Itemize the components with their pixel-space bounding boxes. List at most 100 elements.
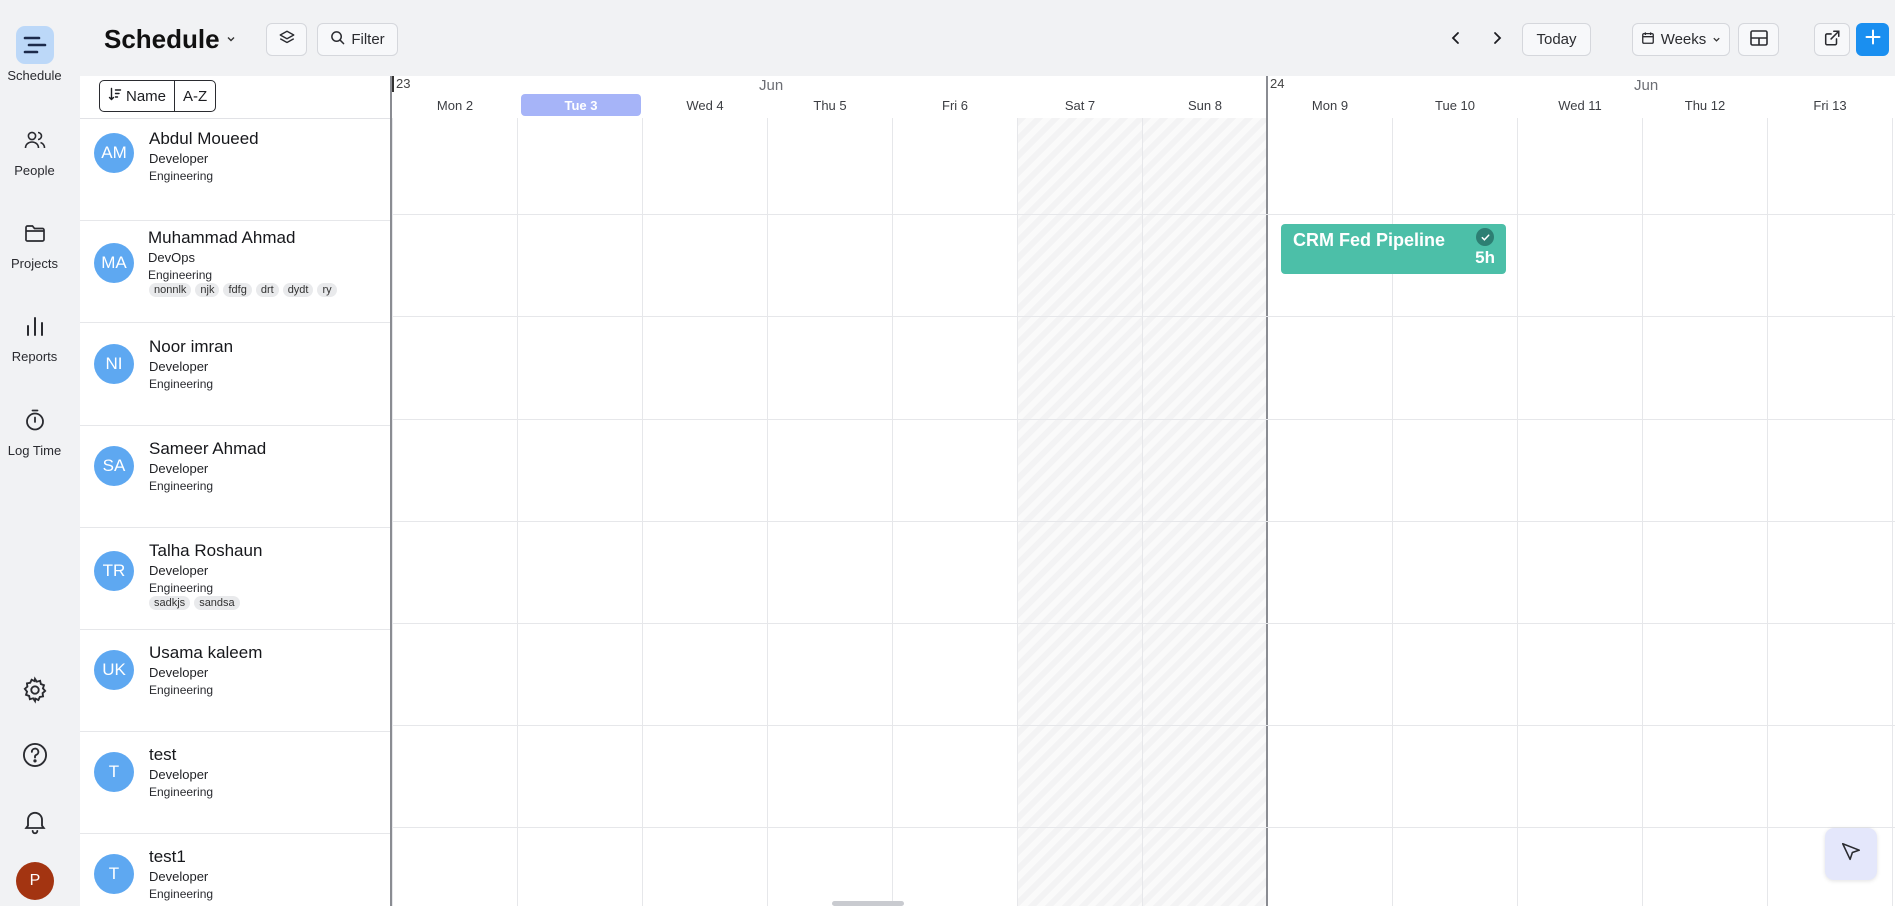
nav-label-people: People [14,163,55,178]
person-department: Engineering [149,785,214,799]
avatar: T [94,752,134,792]
day-column[interactable] [1517,118,1642,906]
check-icon [1476,228,1494,246]
schedule-grid: 23 Jun 24 Jun Mon 2 Tue 3 Wed 4 Thu 5 Fr… [392,76,1895,906]
person-name: test [149,745,177,764]
page-title-dropdown[interactable]: Schedule [104,24,236,55]
help-icon[interactable] [14,734,56,776]
person-tags: nonnlk njk fdfg drt dydt ry [149,283,337,297]
nav-item-reports[interactable]: Reports [0,307,69,364]
person-row[interactable]: UK Usama kaleem Developer Engineering [80,630,390,732]
person-role: Developer [149,665,209,680]
open-external-button[interactable] [1814,23,1850,56]
chevron-down-icon [1712,31,1721,48]
person-department: Engineering [148,268,213,282]
day-header: Fri 6 [942,97,968,113]
person-role: DevOps [148,250,195,265]
nav-item-people[interactable]: People [0,121,69,178]
row-divider [392,316,1895,317]
task-name: CRM Fed Pipeline [1293,230,1446,250]
month-label: Jun [1634,77,1659,94]
weekend-column[interactable] [1017,118,1142,906]
row-divider [392,521,1895,522]
avatar: MA [94,243,134,283]
person-role: Developer [149,151,209,166]
sort-field-button[interactable]: Name [100,81,174,111]
person-department: Engineering [149,479,214,493]
layout-grid-icon [1749,29,1769,51]
person-row[interactable]: SA Sameer Ahmad Developer Engineering [80,426,390,528]
chevron-left-icon [1449,31,1463,50]
folder-icon [16,214,54,252]
layers-button[interactable] [266,23,307,56]
day-header-today[interactable]: Tue 3 [521,94,641,116]
person-row[interactable]: T test1 Developer Engineering [80,834,390,906]
tag-badge: dydt [282,283,314,297]
tag-badge: sadkjs [149,596,191,610]
bar-chart-icon [16,307,54,345]
avatar: NI [94,344,134,384]
person-name: Muhammad Ahmad [148,228,296,247]
person-name: Talha Roshaun [149,541,263,560]
day-header: Mon 2 [436,97,474,113]
day-header: Sat 7 [1064,97,1096,113]
chevron-down-icon [226,31,236,49]
pointer-tool-button[interactable] [1825,828,1877,880]
day-column[interactable] [392,118,517,906]
person-row[interactable]: MA Muhammad Ahmad DevOps Engineering non… [80,221,390,323]
nav-item-log-time[interactable]: Log Time [0,401,69,458]
person-role: Developer [149,359,209,374]
day-column[interactable] [892,118,1017,906]
nav-item-projects[interactable]: Projects [0,214,69,271]
weekend-column[interactable] [1142,118,1267,906]
tag-badge: sandsa [194,596,240,610]
person-row[interactable]: TR Talha Roshaun Developer Engineering s… [80,528,390,630]
row-divider [392,623,1895,624]
person-role: Developer [149,869,209,884]
previous-button[interactable] [1442,26,1470,54]
nav-label-log-time: Log Time [7,443,62,458]
view-select[interactable]: Weeks [1632,23,1730,56]
row-divider [392,214,1895,215]
bell-icon[interactable] [14,800,56,842]
filter-label: Filter [351,31,385,48]
user-avatar[interactable]: P [16,862,54,900]
person-row[interactable]: T test Developer Engineering [80,732,390,834]
task-hours: 5h [1475,248,1495,267]
person-role: Developer [149,563,209,578]
day-column[interactable] [642,118,767,906]
day-header: Sun 8 [1188,97,1222,113]
sort-order-button[interactable]: A-Z [174,81,215,111]
person-name: test1 [149,847,186,866]
avatar: AM [94,133,134,173]
layout-button[interactable] [1738,23,1779,56]
day-column[interactable] [1642,118,1767,906]
task-block[interactable]: CRM Fed Pipeline 5h [1281,224,1506,274]
app-root: Schedule People Projects Reports Log Tim… [0,0,1895,906]
view-label: Weeks [1660,31,1707,48]
next-button[interactable] [1483,26,1511,54]
day-header: Tue 10 [1435,97,1475,113]
chevron-right-icon [1490,31,1504,50]
calendar-icon [1641,31,1655,49]
day-header: Wed 4 [686,97,724,113]
nav-label-schedule: Schedule [7,68,62,83]
tag-badge: drt [255,283,279,297]
day-column[interactable] [767,118,892,906]
filter-button[interactable]: Filter [317,23,398,56]
avatar: UK [94,650,134,690]
day-column[interactable] [1767,118,1892,906]
nav-item-schedule[interactable]: Schedule [0,26,69,83]
settings-icon[interactable] [14,669,56,711]
today-button[interactable]: Today [1522,23,1591,56]
add-button[interactable] [1856,23,1889,56]
avatar: T [94,854,134,894]
day-header: Thu 5 [813,97,847,113]
person-row[interactable]: NI Noor imran Developer Engineering [80,324,390,426]
day-column[interactable] [517,118,642,906]
tag-badge: nonnlk [149,283,192,297]
horizontal-scrollbar[interactable] [832,901,904,906]
sort-field-label: Name [126,87,167,105]
person-name: Usama kaleem [149,643,263,662]
person-row[interactable]: AM Abdul Moueed Developer Engineering [80,119,390,221]
